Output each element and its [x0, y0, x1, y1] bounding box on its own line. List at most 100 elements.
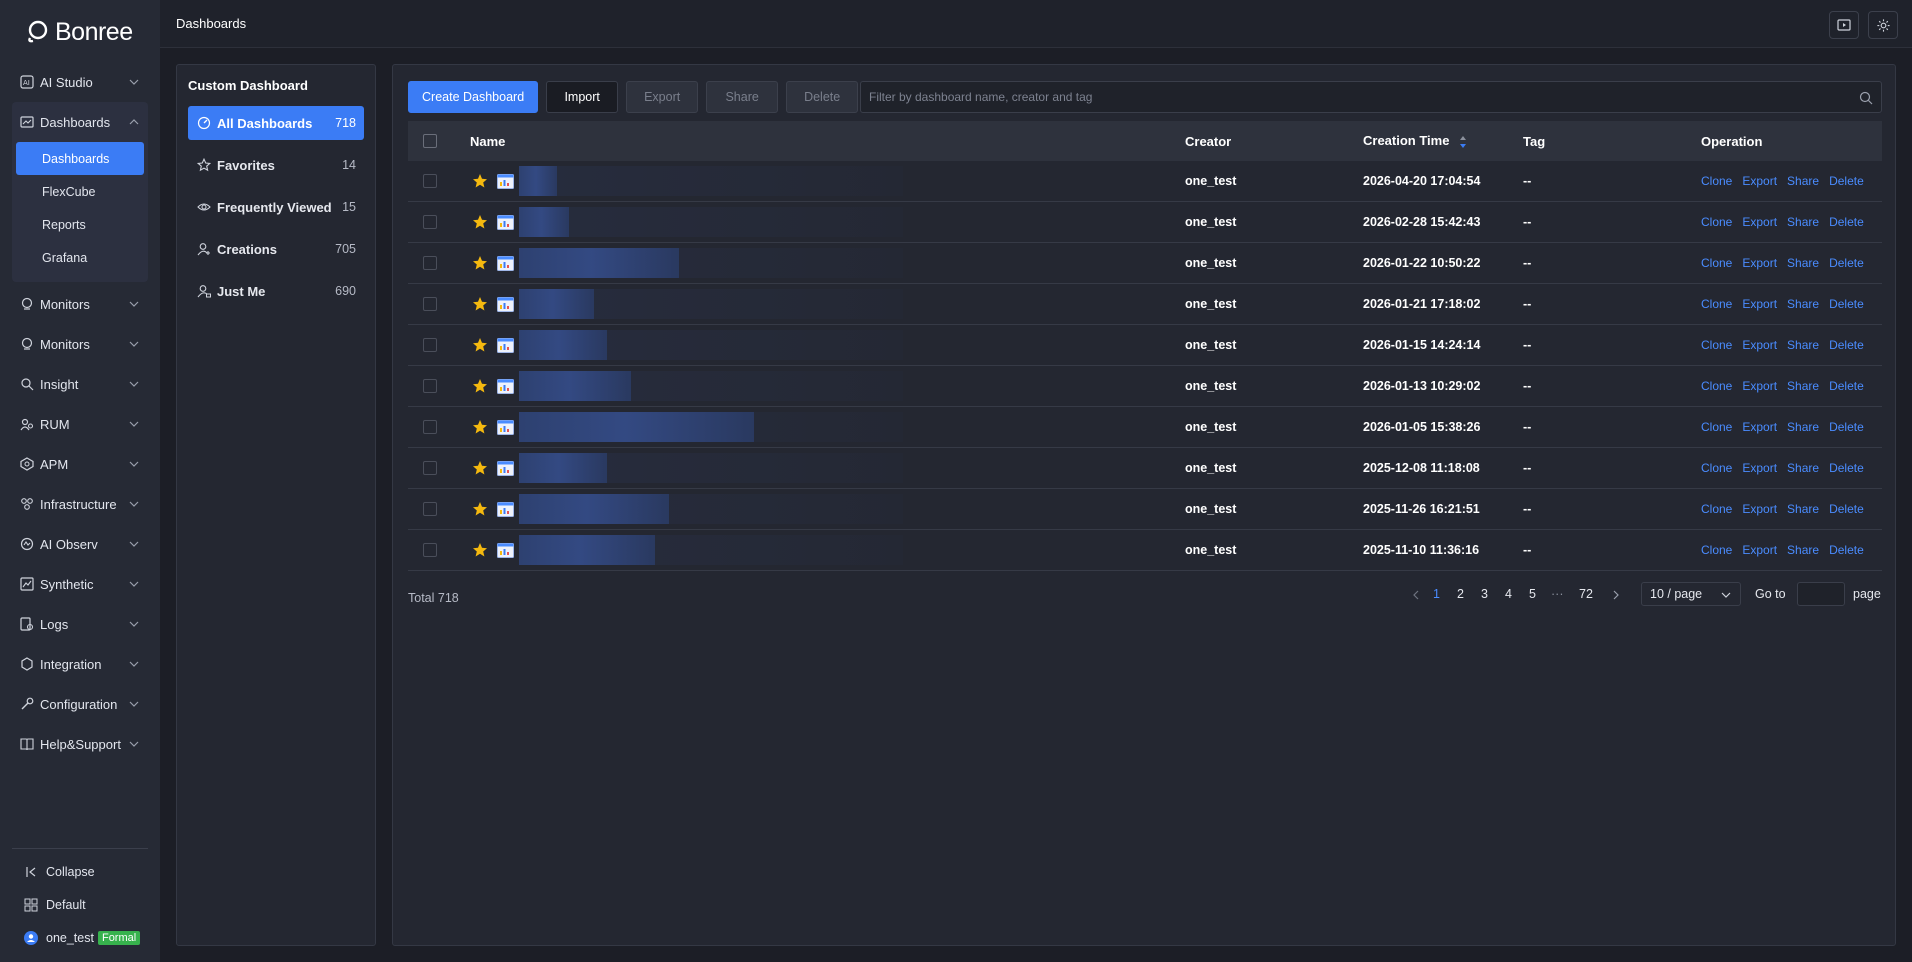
favorite-star-icon[interactable] — [472, 501, 488, 517]
table-row[interactable]: one_test 2026-01-22 10:50:22 -- Clone Export… — [408, 243, 1882, 284]
sort-icon[interactable] — [1459, 135, 1467, 149]
row-checkbox[interactable] — [423, 543, 437, 557]
sub-item-flexcube[interactable]: FlexCube — [16, 175, 144, 208]
row-checkbox[interactable] — [423, 174, 437, 188]
nav-item-configuration[interactable]: Configuration — [0, 684, 160, 724]
next-page-icon[interactable] — [1611, 590, 1621, 600]
prev-page-icon[interactable] — [1411, 590, 1421, 600]
row-checkbox[interactable] — [423, 420, 437, 434]
dashboard-name-redacted[interactable] — [519, 289, 594, 319]
nav-item-help-support[interactable]: Help&Support — [0, 724, 160, 764]
clone-link[interactable]: Clone — [1701, 338, 1732, 352]
delete-link[interactable]: Delete — [1829, 215, 1864, 229]
favorite-star-icon[interactable] — [472, 173, 488, 189]
nav-item-monitors[interactable]: Monitors — [0, 284, 160, 324]
export-link[interactable]: Export — [1742, 256, 1777, 270]
delete-link[interactable]: Delete — [1829, 256, 1864, 270]
nav-item-logs[interactable]: Logs — [0, 604, 160, 644]
delete-button[interactable]: Delete — [786, 81, 859, 113]
select-all-checkbox[interactable] — [423, 134, 437, 148]
search-input[interactable] — [861, 82, 1881, 112]
favorite-star-icon[interactable] — [472, 296, 488, 312]
row-checkbox[interactable] — [423, 215, 437, 229]
share-link[interactable]: Share — [1787, 461, 1819, 475]
dashboard-name-redacted[interactable] — [519, 412, 754, 442]
nav-item-apm[interactable]: APM — [0, 444, 160, 484]
import-button[interactable]: Import — [546, 81, 619, 113]
share-link[interactable]: Share — [1787, 174, 1819, 188]
dashboard-name-redacted[interactable] — [519, 207, 569, 237]
clone-link[interactable]: Clone — [1701, 297, 1732, 311]
category-creations[interactable]: Creations 705 — [188, 232, 364, 266]
share-link[interactable]: Share — [1787, 543, 1819, 557]
export-link[interactable]: Export — [1742, 174, 1777, 188]
row-checkbox[interactable] — [423, 461, 437, 475]
export-link[interactable]: Export — [1742, 215, 1777, 229]
share-link[interactable]: Share — [1787, 297, 1819, 311]
page-3[interactable]: 3 — [1481, 587, 1488, 601]
export-link[interactable]: Export — [1742, 543, 1777, 557]
dashboard-name-redacted[interactable] — [519, 494, 669, 524]
export-link[interactable]: Export — [1742, 502, 1777, 516]
dashboard-name-redacted[interactable] — [519, 371, 631, 401]
dashboard-name-redacted[interactable] — [519, 453, 607, 483]
nav-item-ai-observ[interactable]: AI Observ — [0, 524, 160, 564]
share-button[interactable]: Share — [706, 81, 779, 113]
nav-item-integration[interactable]: Integration — [0, 644, 160, 684]
settings-button[interactable] — [1868, 11, 1898, 39]
page-ellipsis[interactable]: ··· — [1551, 587, 1564, 601]
share-link[interactable]: Share — [1787, 215, 1819, 229]
share-link[interactable]: Share — [1787, 338, 1819, 352]
page-4[interactable]: 4 — [1505, 587, 1512, 601]
row-checkbox[interactable] — [423, 256, 437, 270]
export-button[interactable]: Export — [626, 81, 699, 113]
goto-page-input[interactable] — [1797, 582, 1845, 606]
brand-logo[interactable]: Bonree — [25, 14, 133, 50]
clone-link[interactable]: Clone — [1701, 379, 1732, 393]
nav-item-monitors[interactable]: Monitors — [0, 324, 160, 364]
header-creation-time[interactable]: Creation Time — [1363, 133, 1467, 149]
favorite-star-icon[interactable] — [472, 214, 488, 230]
delete-link[interactable]: Delete — [1829, 174, 1864, 188]
clone-link[interactable]: Clone — [1701, 174, 1732, 188]
dashboard-name-redacted[interactable] — [519, 248, 679, 278]
table-row[interactable]: one_test 2026-04-20 17:04:54 -- Clone Export… — [408, 161, 1882, 202]
table-row[interactable]: one_test 2026-01-21 17:18:02 -- Clone Export… — [408, 284, 1882, 325]
nav-item-ai-studio[interactable]: AI AI Studio — [0, 62, 160, 102]
nav-item-rum[interactable]: RUM — [0, 404, 160, 444]
user-menu[interactable]: one_test Formal — [12, 921, 148, 954]
export-link[interactable]: Export — [1742, 461, 1777, 475]
table-row[interactable]: one_test 2026-01-13 10:29:02 -- Clone Export… — [408, 366, 1882, 407]
delete-link[interactable]: Delete — [1829, 543, 1864, 557]
category-all-dashboards[interactable]: All Dashboards 718 — [188, 106, 364, 140]
category-favorites[interactable]: Favorites 14 — [188, 148, 364, 182]
clone-link[interactable]: Clone — [1701, 543, 1732, 557]
clone-link[interactable]: Clone — [1701, 215, 1732, 229]
row-checkbox[interactable] — [423, 379, 437, 393]
dashboard-name-redacted[interactable] — [519, 535, 655, 565]
delete-link[interactable]: Delete — [1829, 461, 1864, 475]
category-frequently-viewed[interactable]: Frequently Viewed 15 — [188, 190, 364, 224]
share-link[interactable]: Share — [1787, 379, 1819, 393]
delete-link[interactable]: Delete — [1829, 297, 1864, 311]
dashboard-name-redacted[interactable] — [519, 330, 607, 360]
favorite-star-icon[interactable] — [472, 542, 488, 558]
favorite-star-icon[interactable] — [472, 460, 488, 476]
row-checkbox[interactable] — [423, 297, 437, 311]
workspace-switcher[interactable]: Default — [12, 888, 148, 921]
share-link[interactable]: Share — [1787, 420, 1819, 434]
page-5[interactable]: 5 — [1529, 587, 1536, 601]
clone-link[interactable]: Clone — [1701, 420, 1732, 434]
table-row[interactable]: one_test 2026-01-05 15:38:26 -- Clone Export… — [408, 407, 1882, 448]
nav-item-dashboards[interactable]: Dashboards — [12, 102, 148, 142]
clone-link[interactable]: Clone — [1701, 502, 1732, 516]
favorite-star-icon[interactable] — [472, 255, 488, 271]
sub-item-reports[interactable]: Reports — [16, 208, 144, 241]
collapse-button[interactable]: Collapse — [12, 855, 148, 888]
favorite-star-icon[interactable] — [472, 378, 488, 394]
nav-item-insight[interactable]: Insight — [0, 364, 160, 404]
row-checkbox[interactable] — [423, 338, 437, 352]
delete-link[interactable]: Delete — [1829, 338, 1864, 352]
favorite-star-icon[interactable] — [472, 419, 488, 435]
dashboard-name-redacted[interactable] — [519, 166, 557, 196]
